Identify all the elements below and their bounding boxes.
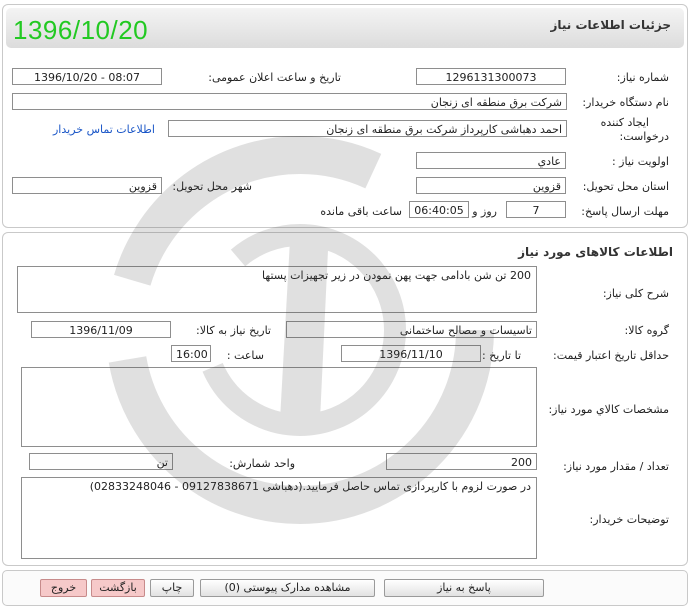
reply-button[interactable]: پاسخ به نیاز: [384, 579, 544, 597]
deadline-time-field: 06:40:05: [409, 201, 469, 218]
description-label: شرح کلی نیاز:: [602, 287, 669, 300]
goods-section-title: اطلاعات کالاهای مورد نیاز: [518, 245, 673, 259]
back-button[interactable]: بازگشت: [91, 579, 145, 597]
priority-field: عادي: [416, 152, 566, 169]
attachments-button[interactable]: مشاهده مدارک پیوستی (0): [200, 579, 375, 597]
unit-label: واحد شمارش:: [229, 457, 295, 470]
to-date-field: 1396/11/10: [341, 345, 481, 362]
goods-group-field: تاسیسات و مصالح ساختمانی: [286, 321, 537, 338]
announce-field: 1396/10/20 - 08:07: [12, 68, 162, 85]
description-field: 200 تن شن بادامی جهت پهن نمودن در زیر تج…: [17, 266, 537, 313]
city-label: شهر محل تحویل:: [172, 180, 252, 193]
specs-field: [21, 367, 537, 447]
need-number-field: 1296131300073: [416, 68, 566, 85]
days-label: روز و: [472, 205, 497, 218]
need-number-label: شماره نیاز:: [616, 71, 669, 84]
priority-label: اولویت نیاز :: [611, 155, 669, 168]
creator-label-1: ایجاد کننده: [600, 116, 649, 129]
buyer-org-label: نام دستگاه خریدار:: [582, 96, 669, 109]
need-date-label: تاریخ نیاز به کالا:: [196, 324, 271, 337]
unit-field: تن: [29, 453, 173, 470]
need-date-field: 1396/11/09: [31, 321, 171, 338]
buyer-org-field: شرکت برق منطقه ای زنجان: [12, 93, 567, 110]
remaining-label: ساعت باقی مانده: [320, 205, 402, 218]
province-label: استان محل تحویل:: [582, 180, 669, 193]
deadline-days-field: 7: [506, 201, 566, 218]
to-date-label: تا تاریخ :: [482, 349, 521, 362]
hour-label: ساعت :: [226, 349, 264, 362]
province-field: قزوین: [416, 177, 566, 194]
page-title: جزئیات اطلاعات نیاز: [550, 18, 671, 32]
hour-field: 16:00: [171, 345, 211, 362]
min-validity-label: حداقل تاریخ اعتبار قیمت:: [553, 349, 669, 362]
creator-label-2: درخواست:: [619, 130, 669, 143]
contact-info-link[interactable]: اطلاعات تماس خریدار: [53, 123, 155, 136]
city-field: قزوین: [12, 177, 162, 194]
creator-field: احمد دهباشی کارپرداز شرکت برق منطقه ای ز…: [168, 120, 567, 137]
deadline-label: مهلت ارسال پاسخ:: [581, 205, 669, 218]
print-button[interactable]: چاپ: [150, 579, 194, 597]
goods-group-label: گروه کالا:: [624, 324, 669, 337]
goods-panel: اطلاعات کالاهای مورد نیاز شرح کلی نیاز: …: [2, 232, 688, 566]
buyer-notes-field: در صورت لزوم با کارپردازی تماس حاصل فرما…: [21, 477, 537, 559]
exit-button[interactable]: خروج: [40, 579, 87, 597]
specs-label: مشخصات کالاي مورد نیاز:: [548, 403, 669, 416]
header-date: 1396/10/20: [13, 15, 149, 45]
need-info-panel: جزئیات اطلاعات نیاز 1396/10/20 شماره نیا…: [2, 4, 688, 228]
buyer-notes-label: توضیحات خریدار:: [589, 513, 670, 526]
announce-label: تاریخ و ساعت اعلان عمومی:: [208, 71, 341, 84]
quantity-field: 200: [386, 453, 537, 470]
quantity-label: تعداد / مقدار مورد نیاز:: [563, 460, 669, 473]
